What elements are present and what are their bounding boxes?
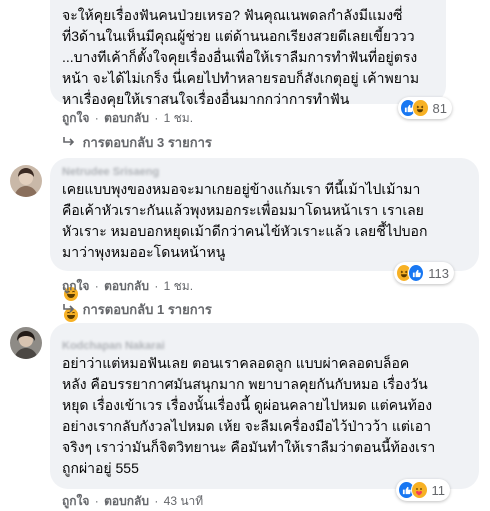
reactions-count: 81 [432, 100, 447, 116]
like-button[interactable]: ถูกใจ [62, 494, 89, 508]
avatar[interactable] [10, 327, 42, 359]
view-replies-label: การตอบกลับ 1 รายการ [82, 302, 212, 317]
like-button[interactable]: ถูกใจ [62, 279, 89, 293]
reply-button[interactable]: ตอบกลับ [104, 111, 149, 125]
reply-button[interactable]: ตอบกลับ [104, 279, 149, 293]
reactions-summary[interactable]: 113 [394, 262, 454, 284]
comment-text: อย่าว่าแต่หมอฟันเลย ตอนเราคลอดลูก แบบผ่า… [62, 355, 436, 476]
avatar-placeholder [10, 327, 42, 359]
view-replies-link[interactable]: การตอบกลับ 1 รายการ [62, 299, 212, 320]
like-button[interactable]: ถูกใจ [62, 111, 89, 125]
haha-icon [412, 99, 429, 117]
like-icon [408, 264, 425, 282]
reactions-count: 113 [428, 265, 449, 281]
comment-text-body: เคยแบบพุงของหมอจะมาเกยอยู่ข้างแก้มเรา ที… [62, 181, 428, 260]
comment-timestamp[interactable]: 1 ชม. [164, 111, 193, 125]
reactions-count: 11 [431, 482, 446, 498]
comment-actions: ถูกใจ · ตอบกลับ · 43 นาที [62, 494, 204, 508]
reply-arrow-icon [62, 137, 75, 147]
view-replies-link[interactable]: การตอบกลับ 3 รายการ [62, 132, 212, 153]
comment-bubble: Kodchapan Nakarai อย่าว่าแต่หมอฟันเลย ตอ… [50, 323, 479, 489]
reactions-summary[interactable]: 11 [396, 479, 450, 501]
avatar[interactable] [10, 165, 42, 197]
comment-author[interactable]: Kodchapan Nakarai [62, 339, 467, 353]
avatar-placeholder [10, 165, 42, 197]
comment-actions: ถูกใจ · ตอบกลับ · 1 ชม. [62, 111, 194, 125]
comment-bubble: จะให้คุยเรื่องฟันคนป่วยเหรอ? ฟันคุณเนพดล… [50, 0, 446, 107]
reply-button[interactable]: ตอบกลับ [104, 494, 149, 508]
reactions-summary[interactable]: 81 [398, 97, 452, 119]
comment-bubble: Netrudee Srisaeng เคยแบบพุงของหมอจะมาเกย… [50, 158, 479, 364]
care-icon [410, 481, 428, 499]
comment-author[interactable]: Netrudee Srisaeng [62, 165, 467, 179]
reply-arrow-icon [62, 304, 75, 314]
comment-timestamp[interactable]: 1 ชม. [164, 279, 193, 293]
comment-text: จะให้คุยเรื่องฟันคนป่วยเหรอ? ฟันคุณเนพดล… [62, 7, 420, 107]
comment-actions: ถูกใจ · ตอบกลับ · 1 ชม. [62, 279, 194, 293]
view-replies-label: การตอบกลับ 3 รายการ [82, 135, 212, 150]
comment-timestamp[interactable]: 43 นาที [164, 494, 204, 508]
